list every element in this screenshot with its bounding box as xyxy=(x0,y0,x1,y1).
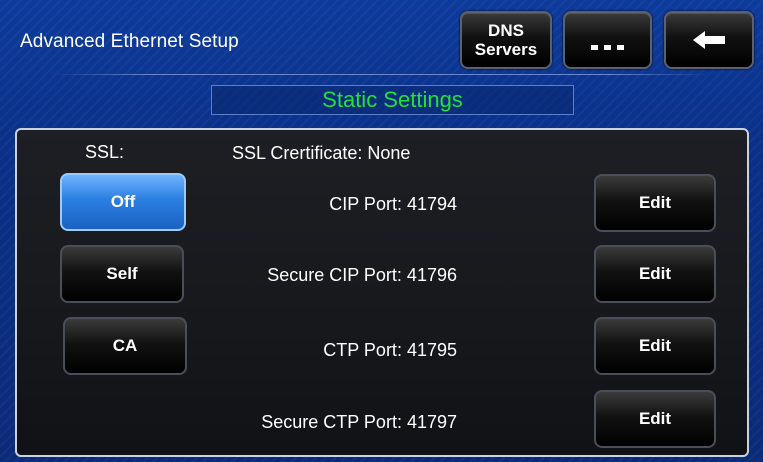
edit-secure-ctp-port-button[interactable]: Edit xyxy=(594,390,716,448)
page-title: Advanced Ethernet Setup xyxy=(20,31,239,52)
dns-servers-label-line1: DNS xyxy=(488,21,524,40)
secure-cip-port-value: Secure CIP Port: 41796 xyxy=(267,265,457,285)
ctp-port-value: CTP Port: 41795 xyxy=(323,340,457,360)
ssl-label: SSL: xyxy=(85,142,125,162)
ssl-self-button[interactable]: Self xyxy=(60,245,184,303)
edit-ctp-port-label: Edit xyxy=(638,336,672,355)
edit-cip-port-label: Edit xyxy=(638,193,672,212)
edit-ctp-port-button[interactable]: Edit xyxy=(594,317,716,375)
header-divider xyxy=(52,74,707,75)
dns-servers-label-line2: Servers xyxy=(474,40,538,59)
edit-secure-cip-port-button[interactable]: Edit xyxy=(594,245,716,303)
back-button[interactable] xyxy=(664,11,754,69)
ssl-certificate-label: SSL Crertificate: None xyxy=(232,143,411,163)
ssl-ca-button[interactable]: CA xyxy=(63,317,187,375)
section-title: Static Settings xyxy=(211,85,574,115)
ssl-off-label: Off xyxy=(110,192,136,211)
ssl-ca-label: CA xyxy=(112,336,138,355)
dns-servers-button[interactable]: DNS Servers xyxy=(460,11,552,69)
secure-ctp-port-value: Secure CTP Port: 41797 xyxy=(261,412,457,432)
ssl-off-button[interactable]: Off xyxy=(60,173,186,231)
edit-secure-cip-port-label: Edit xyxy=(638,264,672,283)
ellipsis-icon xyxy=(591,44,624,50)
ssl-self-label: Self xyxy=(106,264,138,283)
back-arrow-icon xyxy=(693,31,725,49)
edit-secure-ctp-port-label: Edit xyxy=(638,409,672,428)
cip-port-value: CIP Port: 41794 xyxy=(329,194,457,214)
more-button[interactable] xyxy=(563,11,652,69)
edit-cip-port-button[interactable]: Edit xyxy=(594,174,716,232)
